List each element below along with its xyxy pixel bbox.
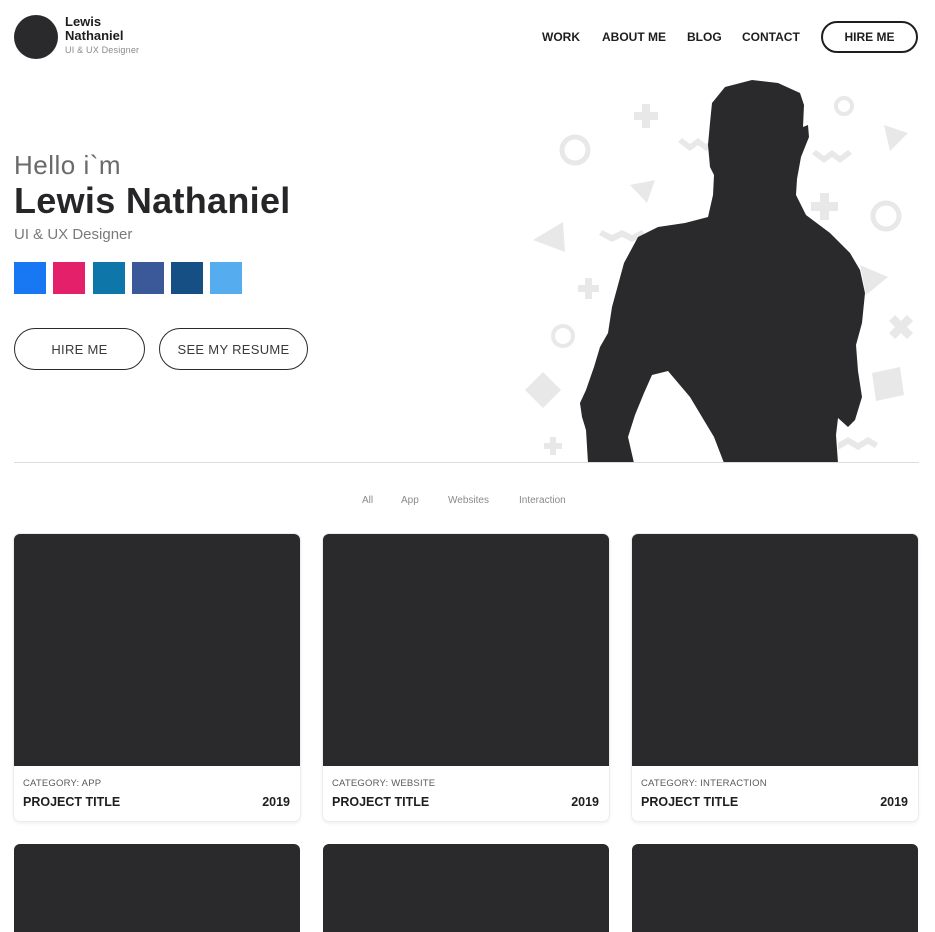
project-thumbnail	[14, 534, 300, 766]
project-year: 2019	[880, 795, 908, 809]
project-thumbnail	[323, 534, 609, 766]
facebook-alt-icon[interactable]	[131, 262, 164, 294]
site-header: Lewis Nathaniel UI & UX Designer WORK AB…	[0, 0, 935, 75]
project-category: CATEGORY: INTERACTION	[641, 778, 767, 789]
project-card-partial[interactable]	[323, 844, 609, 932]
filter-websites[interactable]: Websites	[448, 495, 489, 506]
nav-contact[interactable]: CONTACT	[742, 30, 800, 44]
hire-me-button[interactable]: HIRE ME	[14, 328, 145, 370]
see-my-resume-button[interactable]: SEE MY RESUME	[159, 328, 308, 370]
project-year: 2019	[262, 795, 290, 809]
filter-interaction[interactable]: Interaction	[519, 495, 566, 506]
hire-me-nav-button[interactable]: HIRE ME	[821, 21, 918, 53]
facebook-icon[interactable]	[14, 262, 46, 294]
hero-greeting: Hello i`m	[14, 150, 122, 180]
instagram-icon[interactable]	[53, 262, 86, 294]
project-category: CATEGORY: WEBSITE	[332, 778, 436, 789]
project-category: CATEGORY: APP	[23, 778, 102, 789]
project-card[interactable]: CATEGORY: INTERACTION PROJECT TITLE 2019	[632, 534, 918, 821]
project-title: PROJECT TITLE	[332, 795, 430, 809]
project-card[interactable]: CATEGORY: APP PROJECT TITLE 2019	[14, 534, 300, 821]
hero-illustration	[525, 80, 913, 463]
nav-about-me[interactable]: ABOUT ME	[602, 30, 666, 44]
hero-name: Lewis Nathaniel	[14, 180, 291, 221]
tumblr-icon[interactable]	[171, 262, 204, 294]
filter-app[interactable]: App	[401, 495, 419, 506]
nav-blog[interactable]: BLOG	[687, 30, 722, 44]
project-card-partial[interactable]	[14, 844, 300, 932]
project-title: PROJECT TITLE	[23, 795, 121, 809]
linkedin-icon[interactable]	[92, 262, 125, 294]
project-year: 2019	[571, 795, 599, 809]
project-thumbnail	[632, 534, 918, 766]
nav-work[interactable]: WORK	[542, 30, 580, 44]
avatar	[14, 15, 58, 59]
hero-divider	[14, 462, 919, 463]
twitter-icon[interactable]	[210, 262, 243, 294]
brand-name: Lewis Nathaniel	[65, 14, 124, 43]
project-card[interactable]: CATEGORY: WEBSITE PROJECT TITLE 2019	[323, 534, 609, 821]
filter-all[interactable]: All	[362, 495, 373, 506]
hero-role: UI & UX Designer	[14, 226, 133, 243]
project-card-partial[interactable]	[632, 844, 918, 932]
social-links	[14, 262, 250, 294]
person-silhouette	[580, 80, 865, 463]
project-title: PROJECT TITLE	[641, 795, 739, 809]
brand-role: UI & UX Designer	[65, 45, 140, 55]
